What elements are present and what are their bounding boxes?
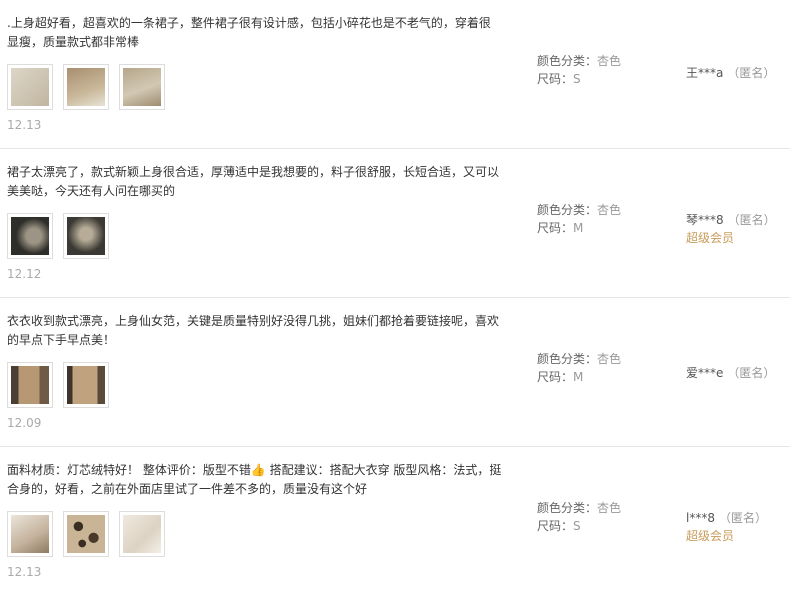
size-value: S [573,519,581,533]
color-label: 颜色分类： [537,352,598,366]
review-photo-thumbnail[interactable] [63,64,109,110]
color-label: 颜色分类： [537,501,598,515]
review-photos [7,362,502,408]
review-text: 面料材质：灯芯绒特好！ 整体评价：版型不错👍 搭配建议：搭配大衣穿 版型风格：法… [7,463,502,496]
reviewer-info: 琴***8 （匿名） 超级会员 [686,211,776,247]
size-value: M [573,221,584,235]
review-photo-thumbnail[interactable] [63,213,109,259]
reviewer-name: 爱***e [686,366,724,380]
review-photo-thumbnail[interactable] [119,64,165,110]
reviewer-info: l***8 （匿名） 超级会员 [686,509,767,545]
size-label: 尺码： [537,221,574,235]
size-label: 尺码： [537,72,574,86]
review-date: 12.13 [7,565,42,579]
color-value: 杏色 [597,501,622,515]
purchase-info: 颜色分类：杏色 尺码：S [537,499,621,535]
size-label: 尺码： [537,370,574,384]
review-photo-thumbnail[interactable] [7,64,53,110]
review-date: 12.09 [7,416,42,430]
review-content: 面料材质：灯芯绒特好！ 整体评价：版型不错👍 搭配建议：搭配大衣穿 版型风格：法… [7,461,502,579]
color-value: 杏色 [597,54,622,68]
review-text: 裙子太漂亮了，款式新颖上身很合适，厚薄适中是我想要的，料子很舒服，长短合适，又可… [7,165,500,198]
review-photo-thumbnail[interactable] [63,362,109,408]
review-photo-thumbnail[interactable] [63,511,109,557]
review-photo-thumbnail[interactable] [7,362,53,408]
purchase-info: 颜色分类：杏色 尺码：S [537,52,621,88]
reviewer-info: 王***a （匿名） [686,64,775,82]
review-photo-thumbnail[interactable] [119,511,165,557]
anonymous-tag: （匿名） [727,66,776,80]
review-item: 面料材质：灯芯绒特好！ 整体评价：版型不错👍 搭配建议：搭配大衣穿 版型风格：法… [0,447,790,591]
review-photo-thumbnail[interactable] [7,213,53,259]
reviewer-name: 王***a [686,66,724,80]
color-value: 杏色 [597,352,622,366]
color-label: 颜色分类： [537,203,598,217]
review-content: .上身超好看，超喜欢的一条裙子，整件裙子很有设计感，包括小碎花也是不老气的，穿着… [7,14,502,132]
color-value: 杏色 [597,203,622,217]
anonymous-tag: （匿名） [718,511,767,525]
review-list: .上身超好看，超喜欢的一条裙子，整件裙子很有设计感，包括小碎花也是不老气的，穿着… [0,0,790,591]
anonymous-tag: （匿名） [727,213,776,227]
review-photos [7,511,502,557]
vip-badge: 超级会员 [686,529,735,543]
review-item: 衣衣收到款式漂亮，上身仙女范，关键是质量特别好没得几挑，姐妹们都抢着要链接呢，喜… [0,298,790,447]
review-photos [7,64,502,110]
reviewer-name: l***8 [686,511,715,525]
review-date: 12.12 [7,267,42,281]
review-content: 裙子太漂亮了，款式新颖上身很合适，厚薄适中是我想要的，料子很舒服，长短合适，又可… [7,163,502,281]
size-label: 尺码： [537,519,574,533]
size-value: S [573,72,581,86]
purchase-info: 颜色分类：杏色 尺码：M [537,201,621,237]
review-text: 衣衣收到款式漂亮，上身仙女范，关键是质量特别好没得几挑，姐妹们都抢着要链接呢，喜… [7,314,500,347]
review-text: .上身超好看，超喜欢的一条裙子，整件裙子很有设计感，包括小碎花也是不老气的，穿着… [7,16,491,49]
review-date: 12.13 [7,118,42,132]
review-item: .上身超好看，超喜欢的一条裙子，整件裙子很有设计感，包括小碎花也是不老气的，穿着… [0,0,790,149]
review-photos [7,213,502,259]
color-label: 颜色分类： [537,54,598,68]
review-content: 衣衣收到款式漂亮，上身仙女范，关键是质量特别好没得几挑，姐妹们都抢着要链接呢，喜… [7,312,502,430]
anonymous-tag: （匿名） [727,366,776,380]
reviewer-info: 爱***e （匿名） [686,364,775,382]
reviewer-name: 琴***8 [686,213,724,227]
vip-badge: 超级会员 [686,231,735,245]
review-photo-thumbnail[interactable] [7,511,53,557]
review-item: 裙子太漂亮了，款式新颖上身很合适，厚薄适中是我想要的，料子很舒服，长短合适，又可… [0,149,790,298]
size-value: M [573,370,584,384]
purchase-info: 颜色分类：杏色 尺码：M [537,350,621,386]
